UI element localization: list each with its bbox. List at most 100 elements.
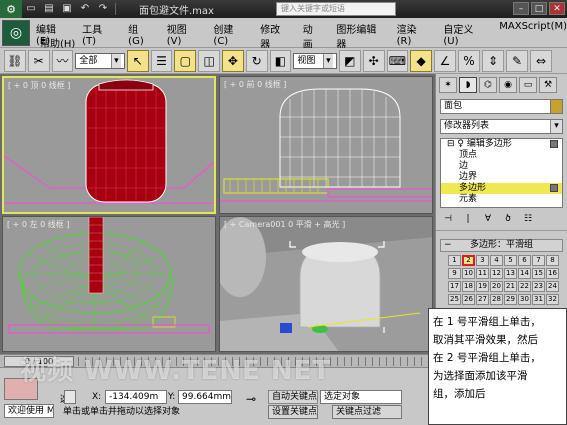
pin-stack-icon[interactable]: ⊣: [440, 212, 456, 226]
selection-filter-dropdown[interactable]: 全部 ▾: [75, 52, 125, 69]
smoothing-group-button[interactable]: 27: [476, 294, 489, 305]
smoothing-group-button[interactable]: 13: [504, 268, 517, 279]
menu-view[interactable]: 视图(V): [167, 21, 198, 51]
rotate-icon[interactable]: ↻: [245, 49, 268, 72]
auto-key-button[interactable]: 自动关键点: [268, 390, 318, 404]
open-file-icon[interactable]: ▤: [42, 2, 56, 16]
viewport-label[interactable]: [ + 0 左 0 线框 ]: [7, 219, 69, 230]
smoothing-group-button[interactable]: 19: [476, 281, 489, 292]
menu-group[interactable]: 组(G): [128, 21, 151, 51]
scale-icon[interactable]: ◧: [269, 49, 292, 72]
smoothing-group-button[interactable]: 12: [490, 268, 503, 279]
smoothing-group-button[interactable]: 23: [532, 281, 545, 292]
remove-modifier-icon[interactable]: ծ: [500, 212, 516, 226]
spinner-snap-icon[interactable]: ⇕: [482, 49, 504, 72]
new-file-icon[interactable]: ▭: [24, 2, 38, 16]
smoothing-group-button[interactable]: 20: [490, 281, 503, 292]
keyboard-shortcut-icon[interactable]: ⌨: [386, 49, 409, 72]
selected-object-dropdown[interactable]: 选定对象: [320, 390, 402, 404]
smoothing-groups-rollout[interactable]: − 多边形：平滑组: [440, 239, 563, 252]
stack-item-element[interactable]: 元素: [441, 194, 562, 205]
save-icon[interactable]: ▣: [60, 2, 74, 16]
make-unique-icon[interactable]: ∀: [480, 212, 496, 226]
smoothing-group-button[interactable]: 32: [546, 294, 559, 305]
smoothing-group-button[interactable]: 5: [504, 255, 517, 266]
rectangle-selection-icon[interactable]: ▢: [174, 49, 197, 72]
stack-item-vertex[interactable]: 顶点: [441, 150, 562, 161]
object-color-swatch[interactable]: [550, 100, 562, 113]
smoothing-group-button[interactable]: 22: [518, 281, 531, 292]
redo-icon[interactable]: ↷: [96, 2, 110, 16]
menu-render[interactable]: 渲染(R): [397, 21, 428, 51]
lock-icon[interactable]: [64, 390, 76, 404]
viewport-camera[interactable]: [ + Camera001 0 平滑 + 高光 ]: [219, 216, 433, 352]
link-icon[interactable]: ⛓: [4, 49, 26, 72]
select-object-icon[interactable]: ↖: [126, 49, 149, 72]
set-key-button[interactable]: 设置关键点: [268, 405, 318, 419]
menu-animation[interactable]: 动画: [303, 21, 321, 51]
viewport-label[interactable]: [ + Camera001 0 平滑 + 高光 ]: [224, 219, 345, 230]
menu-modifiers[interactable]: 修改器: [260, 21, 287, 51]
smoothing-group-button[interactable]: 10: [462, 268, 475, 279]
viewport-left[interactable]: [ + 0 左 0 线框 ]: [2, 216, 216, 352]
window-crossing-icon[interactable]: ◫: [198, 49, 220, 72]
minimize-button[interactable]: –: [513, 2, 529, 15]
smoothing-group-button[interactable]: 6: [518, 255, 531, 266]
smoothing-group-button[interactable]: 7: [532, 255, 545, 266]
smoothing-group-button[interactable]: 9: [448, 268, 461, 279]
smoothing-group-button[interactable]: 2: [462, 255, 475, 266]
toggle-icon[interactable]: [550, 184, 558, 192]
y-coordinate-field[interactable]: 99.664mm: [178, 390, 232, 404]
object-name-field[interactable]: 面包: [440, 99, 563, 114]
menu-customize[interactable]: 自定义(U): [443, 21, 483, 51]
smoothing-group-button[interactable]: 18: [462, 281, 475, 292]
app-logo-icon[interactable]: ⚙: [0, 0, 22, 18]
modifier-list-dropdown[interactable]: 修改器列表 ▾: [440, 119, 563, 134]
smoothing-group-button[interactable]: 16: [546, 268, 559, 279]
viewport-label[interactable]: [ + 0 顶 0 线框 ]: [8, 80, 70, 91]
angle-snap-icon[interactable]: ∠: [434, 49, 456, 72]
smoothing-group-button[interactable]: 28: [490, 294, 503, 305]
key-icon[interactable]: ⊸: [246, 392, 256, 406]
select-manipulate-icon[interactable]: ✣: [362, 49, 385, 72]
stack-item-edit-poly[interactable]: ⊟ ♀ 编辑多边形: [441, 139, 562, 150]
viewport-label[interactable]: [ + 0 前 0 线框 ]: [224, 79, 286, 90]
select-by-name-icon[interactable]: ☰: [150, 49, 173, 72]
close-button[interactable]: ✕: [549, 2, 565, 15]
menu-create[interactable]: 创建(C): [213, 21, 244, 51]
reference-coord-dropdown[interactable]: 视图 ▾: [293, 52, 337, 69]
menu-maxscript[interactable]: MAXScript(M): [499, 21, 567, 51]
smoothing-group-button[interactable]: 30: [518, 294, 531, 305]
create-tab-icon[interactable]: ✶: [439, 77, 457, 93]
smoothing-group-button[interactable]: 8: [546, 255, 559, 266]
percent-snap-icon[interactable]: %: [458, 49, 480, 72]
viewport-front[interactable]: [ + 0 前 0 线框 ]: [219, 76, 433, 214]
smoothing-group-button[interactable]: 14: [518, 268, 531, 279]
viewport-top[interactable]: [ + 0 顶 0 线框 ]: [2, 76, 216, 214]
configure-sets-icon[interactable]: ☷: [520, 212, 536, 226]
pivot-center-icon[interactable]: ◩: [338, 49, 361, 72]
utilities-tab-icon[interactable]: ⚒: [539, 77, 557, 93]
hierarchy-tab-icon[interactable]: ⌬: [479, 77, 497, 93]
display-tab-icon[interactable]: ▭: [519, 77, 537, 93]
bind-space-warp-icon[interactable]: 〰: [51, 49, 74, 72]
smoothing-group-button[interactable]: 29: [504, 294, 517, 305]
smoothing-group-button[interactable]: 3: [476, 255, 489, 266]
max-logo-icon[interactable]: ◎: [2, 20, 30, 46]
x-coordinate-field[interactable]: -134.409m: [105, 390, 167, 404]
toggle-icon[interactable]: [550, 140, 558, 148]
mirror-icon[interactable]: ⇔: [530, 49, 552, 72]
smoothing-group-button[interactable]: 31: [532, 294, 545, 305]
bread-side-mesh[interactable]: [88, 217, 104, 294]
move-icon[interactable]: ✥: [222, 49, 244, 72]
show-end-result-icon[interactable]: |: [460, 212, 476, 226]
snap-icon[interactable]: ◆: [410, 49, 433, 72]
unlink-icon[interactable]: ✂: [27, 49, 50, 72]
search-input[interactable]: 键入关键字或短语: [276, 2, 396, 16]
motion-tab-icon[interactable]: ◉: [499, 77, 517, 93]
undo-icon[interactable]: ↶: [78, 2, 92, 16]
smoothing-group-button[interactable]: 24: [546, 281, 559, 292]
smoothing-group-button[interactable]: 11: [476, 268, 489, 279]
named-selection-icon[interactable]: ✎: [506, 49, 528, 72]
stack-item-edge[interactable]: 边: [441, 161, 562, 172]
